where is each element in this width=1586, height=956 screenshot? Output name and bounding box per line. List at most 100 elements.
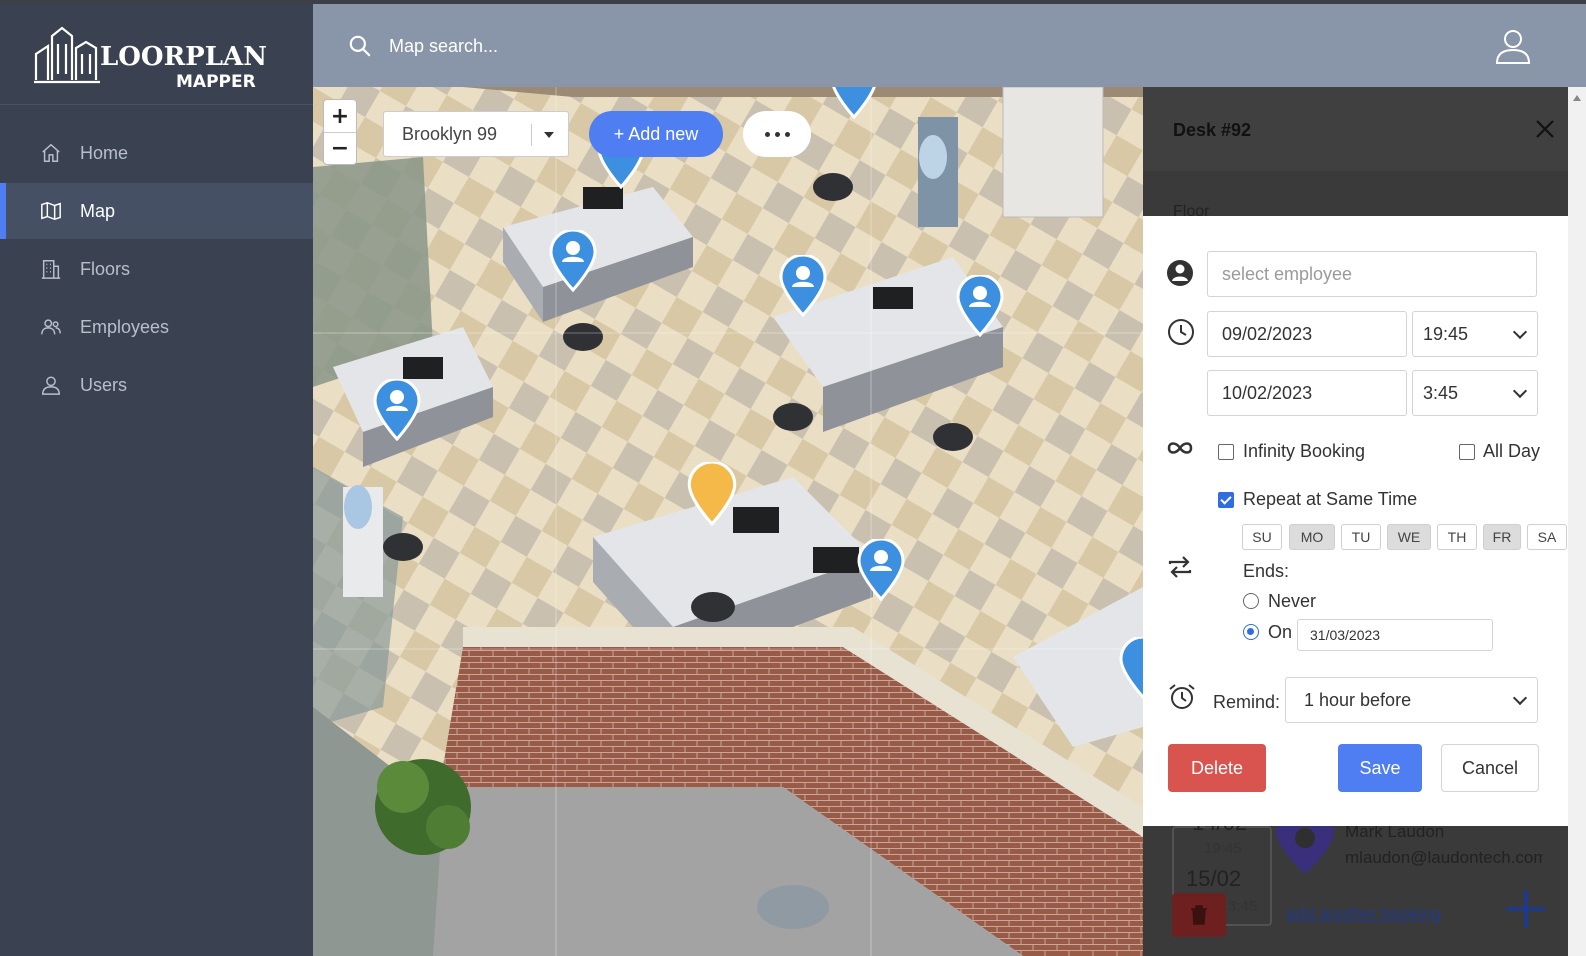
all-day-checkbox[interactable] <box>1459 444 1475 460</box>
search-icon[interactable] <box>347 33 373 59</box>
start-date-value: 09/02/2023 <box>1222 323 1313 344</box>
alarm-clock-icon <box>1169 684 1195 709</box>
day-toggle-tu[interactable]: TU <box>1341 524 1381 550</box>
desk-pin-occupied[interactable] <box>779 255 827 317</box>
scroll-up-arrow-icon[interactable] <box>1573 95 1581 101</box>
delete-button[interactable]: Delete <box>1168 744 1266 792</box>
desk-pin-occupied[interactable] <box>857 539 905 601</box>
sidebar-item-label: Employees <box>80 316 170 337</box>
day-toggle-we[interactable]: WE <box>1387 524 1431 550</box>
desk-pin-occupied[interactable] <box>956 275 1004 337</box>
caret-down-icon <box>544 132 554 138</box>
select-separator <box>531 124 532 146</box>
ends-on-radio[interactable] <box>1243 624 1259 640</box>
booking-start-time: 19:45 <box>1204 840 1242 857</box>
logo-subtext: MAPPER <box>176 72 256 92</box>
employee-select[interactable]: select employee <box>1207 251 1537 297</box>
panel-scrollbar[interactable] <box>1568 87 1586 956</box>
start-date-field[interactable]: 09/02/2023 <box>1207 311 1407 357</box>
sidebar-item-users[interactable]: Users <box>0 357 313 413</box>
all-day-label: All Day <box>1483 441 1541 461</box>
ends-on-date-value: 31/03/2023 <box>1310 627 1381 643</box>
end-date-value: 10/02/2023 <box>1222 382 1313 403</box>
zoom-out-button[interactable]: − <box>324 132 356 164</box>
end-date-field[interactable]: 10/02/2023 <box>1207 370 1407 416</box>
trash-icon <box>1191 905 1207 925</box>
map-icon <box>40 200 62 222</box>
ends-never-label: Never <box>1268 591 1317 611</box>
desk-pin-occupied[interactable] <box>373 379 421 441</box>
ends-never-radio[interactable] <box>1243 593 1259 609</box>
zoom-in-button[interactable]: + <box>324 100 356 132</box>
employee-email: mlaudon@laudontech.com <box>1345 848 1543 867</box>
start-time-value: 19:45 <box>1423 323 1469 344</box>
map-search-input[interactable] <box>389 28 789 64</box>
add-booking-fab[interactable] <box>1497 880 1555 938</box>
add-new-button[interactable]: + Add new <box>589 111 723 157</box>
repeat-icon <box>1168 556 1192 578</box>
end-time-select[interactable]: 3:45 <box>1412 370 1538 416</box>
remind-value: 1 hour before <box>1304 689 1412 710</box>
panel-title: Desk #92 <box>1173 120 1252 140</box>
booking-modal: select employee 09/02/2023 19:45 10/02/2… <box>1143 216 1568 826</box>
more-options-button[interactable] <box>743 111 811 157</box>
zoom-control: + − <box>323 99 357 165</box>
sidebar-item-map[interactable]: Map <box>0 183 313 239</box>
add-another-booking-link[interactable]: add another booking <box>1286 904 1441 924</box>
remind-label: Remind: <box>1213 692 1281 712</box>
sidebar-item-label: Users <box>80 374 128 395</box>
chevron-down-icon <box>1512 383 1528 399</box>
desk-pin-selected[interactable] <box>687 462 737 526</box>
chevron-down-icon <box>1512 690 1528 706</box>
desk-pin-occupied[interactable] <box>549 230 597 292</box>
desk-pin-occupied[interactable] <box>1119 637 1143 699</box>
home-icon <box>40 142 62 164</box>
day-toggle-su[interactable]: SU <box>1242 524 1282 550</box>
users-icon <box>40 316 62 338</box>
sidebar: LOORPLAN MAPPER Home Map Floors Employee… <box>0 4 313 956</box>
delete-booking-button[interactable] <box>1172 893 1226 937</box>
desk-pin-occupied[interactable] <box>830 87 878 119</box>
ends-on-date-field[interactable]: 31/03/2023 <box>1297 619 1493 651</box>
logo-text: LOORPLAN <box>100 42 267 72</box>
building-select-value: Brooklyn 99 <box>402 123 498 144</box>
infinity-booking-label: Infinity Booking <box>1243 441 1366 461</box>
user-circle-icon <box>1167 260 1193 286</box>
sidebar-item-label: Home <box>80 142 129 163</box>
infinity-booking-checkbox[interactable] <box>1218 444 1234 460</box>
infinity-icon <box>1167 442 1193 454</box>
dot-icon <box>774 131 780 137</box>
building-logo-icon <box>34 26 100 84</box>
booking-end-date: 15/02 <box>1186 866 1242 891</box>
day-toggle-fr[interactable]: FR <box>1483 524 1521 550</box>
user-account-icon[interactable] <box>1493 26 1533 66</box>
sidebar-item-floors[interactable]: Floors <box>0 241 313 297</box>
chevron-down-icon <box>1512 324 1528 340</box>
cancel-button[interactable]: Cancel <box>1441 744 1539 792</box>
repeat-checkbox[interactable] <box>1218 492 1234 508</box>
day-toggle-mo[interactable]: MO <box>1289 524 1335 550</box>
remind-select[interactable]: 1 hour before <box>1285 677 1538 723</box>
panel-header: Desk #92 <box>1143 87 1568 171</box>
building-icon <box>40 258 62 280</box>
day-toggle-th[interactable]: TH <box>1437 524 1477 550</box>
building-select[interactable]: Brooklyn 99 <box>383 111 569 157</box>
top-bar <box>313 4 1586 87</box>
repeat-label: Repeat at Same Time <box>1243 489 1418 509</box>
close-icon[interactable] <box>1533 117 1557 141</box>
booking-end-time: 3:45 <box>1228 898 1258 915</box>
sidebar-item-home[interactable]: Home <box>0 125 313 181</box>
ends-on-label: On <box>1268 622 1293 642</box>
floorplan-map[interactable]: + − Brooklyn 99 + Add new <box>313 87 1143 956</box>
sidebar-divider <box>0 104 313 105</box>
sidebar-item-employees[interactable]: Employees <box>0 299 313 355</box>
save-button[interactable]: Save <box>1338 744 1422 792</box>
start-time-select[interactable]: 19:45 <box>1412 311 1538 357</box>
ends-label: Ends: <box>1243 561 1290 581</box>
app-logo[interactable]: LOORPLAN MAPPER <box>34 24 274 94</box>
day-toggle-sa[interactable]: SA <box>1527 524 1567 550</box>
window-top-border <box>0 0 1586 4</box>
sidebar-item-label: Floors <box>80 258 131 279</box>
dot-icon <box>784 131 790 137</box>
user-icon <box>40 374 62 396</box>
